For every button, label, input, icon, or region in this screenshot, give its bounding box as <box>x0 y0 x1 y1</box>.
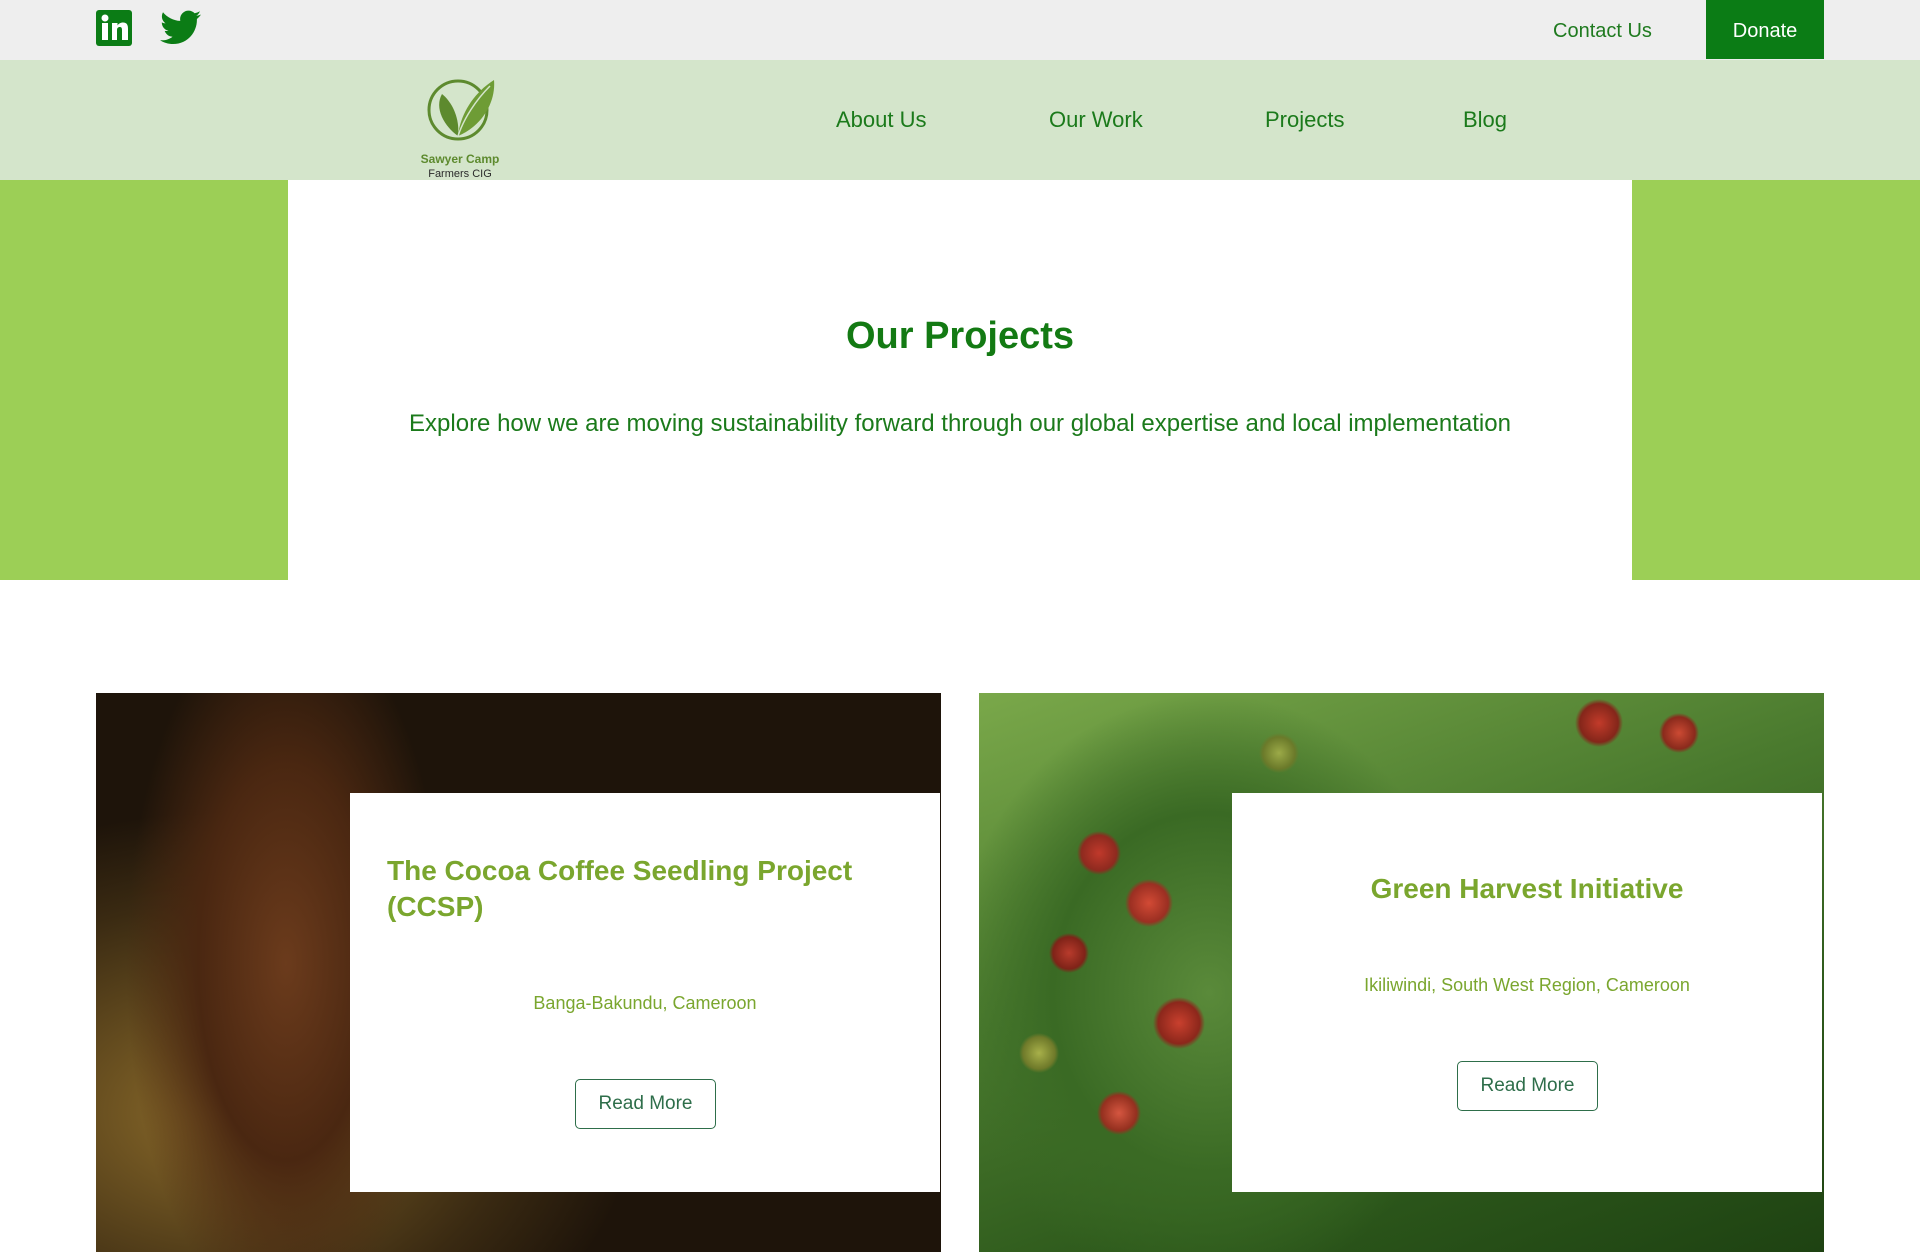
project-card: Green Harvest Initiative Ikiliwindi, Sou… <box>1232 793 1822 1192</box>
hero-side-panel-left <box>0 180 288 580</box>
hero-section: Our Projects Explore how we are moving s… <box>288 180 1632 580</box>
logo-subtitle: Farmers CIG <box>428 168 492 180</box>
logo[interactable]: Sawyer Camp Farmers CIG <box>410 72 510 180</box>
nav-blog[interactable]: Blog <box>1463 60 1507 180</box>
leaf-logo-icon <box>427 79 495 141</box>
project-title: Green Harvest Initiative <box>1370 873 1684 904</box>
main-nav: Sawyer Camp Farmers CIG About Us Our Wor… <box>0 60 1920 180</box>
read-more-button[interactable]: Read More <box>1457 1061 1598 1111</box>
project-location: Banga-Bakundu, Cameroon <box>533 993 757 1013</box>
read-more-button[interactable]: Read More <box>575 1079 716 1129</box>
contact-us-link[interactable]: Contact Us <box>1553 0 1652 60</box>
twitter-icon[interactable] <box>160 10 202 46</box>
project-card: The Cocoa Coffee Seedling Project (CCSP)… <box>350 793 940 1192</box>
page-subtitle: Explore how we are moving sustainability… <box>409 410 1511 437</box>
logo-name: Sawyer Camp <box>420 152 500 166</box>
nav-our-work[interactable]: Our Work <box>1049 60 1143 180</box>
donate-button[interactable]: Donate <box>1706 0 1824 59</box>
hero-side-panel-right <box>1632 180 1920 580</box>
nav-projects[interactable]: Projects <box>1265 60 1344 180</box>
project-location: Ikiliwindi, South West Region, Cameroon <box>1364 975 1690 995</box>
project-title: The Cocoa Coffee Seedling Project (CCSP) <box>387 855 853 922</box>
nav-about-us[interactable]: About Us <box>836 60 927 180</box>
top-bar: Contact Us Donate <box>0 0 1920 60</box>
linkedin-icon[interactable] <box>96 10 132 46</box>
page-title: Our Projects <box>845 315 1075 357</box>
